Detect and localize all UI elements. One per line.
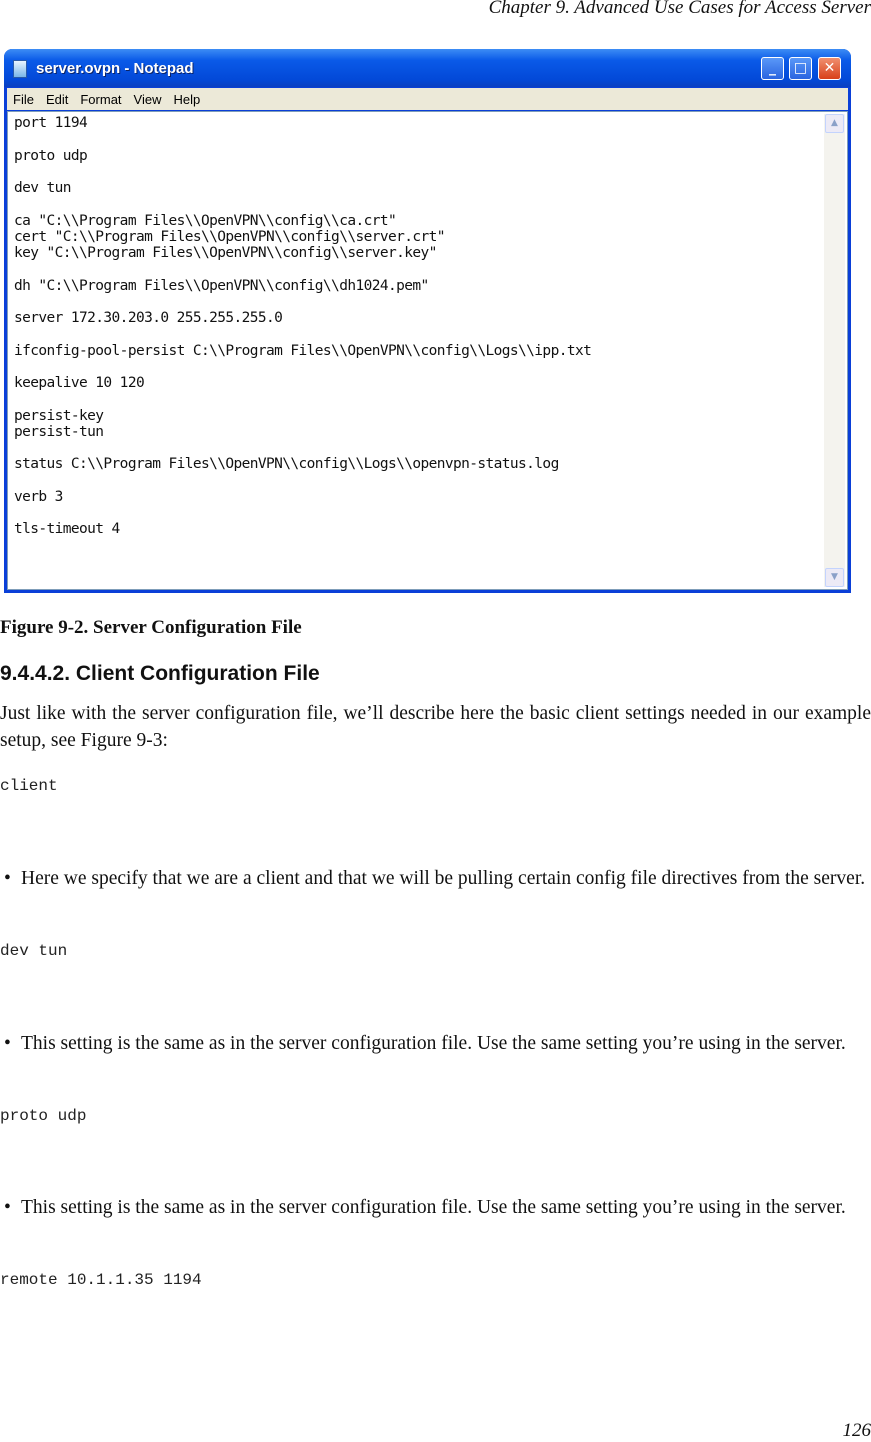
- menu-file[interactable]: File: [7, 88, 40, 107]
- editor-line: dh "C:\\Program Files\\OpenVPN\\config\\…: [14, 278, 591, 294]
- editor-line: [14, 294, 591, 310]
- text-area[interactable]: port 1194 proto udp dev tun ca "C:\\Prog…: [7, 111, 848, 590]
- editor-line: key "C:\\Program Files\\OpenVPN\\config\…: [14, 245, 591, 261]
- intro-paragraph: Just like with the server configuration …: [0, 700, 871, 754]
- window-title: server.ovpn - Notepad: [36, 60, 194, 77]
- editor-line: [14, 473, 591, 489]
- notepad-window: server.ovpn - Notepad _ □ ✕ FileEditForm…: [4, 49, 851, 593]
- code-proto-udp: proto udp: [0, 1107, 86, 1125]
- editor-line: [14, 164, 591, 180]
- editor-line: server 172.30.203.0 255.255.255.0: [14, 310, 591, 326]
- editor-text[interactable]: port 1194 proto udp dev tun ca "C:\\Prog…: [14, 115, 591, 538]
- editor-line: status C:\\Program Files\\OpenVPN\\confi…: [14, 456, 591, 472]
- editor-line: [14, 261, 591, 277]
- editor-line: proto udp: [14, 148, 591, 164]
- bullet-icon: •: [4, 865, 11, 892]
- editor-line: [14, 505, 591, 521]
- editor-line: [14, 440, 591, 456]
- editor-line: [14, 131, 591, 147]
- minimize-button[interactable]: _: [761, 57, 784, 80]
- menu-edit[interactable]: Edit: [40, 88, 74, 107]
- notepad-icon: [13, 60, 27, 78]
- page-number: 126: [843, 1420, 871, 1442]
- menu-help[interactable]: Help: [167, 88, 206, 107]
- figure-caption: Figure 9-2. Server Configuration File: [0, 617, 302, 639]
- bullet-item: •This setting is the same as in the serv…: [0, 1030, 871, 1057]
- editor-line: persist-key: [14, 408, 591, 424]
- editor-line: port 1194: [14, 115, 591, 131]
- menu-view[interactable]: View: [128, 88, 168, 107]
- editor-line: [14, 326, 591, 342]
- scroll-down-icon[interactable]: ▼: [825, 568, 844, 587]
- editor-line: [14, 196, 591, 212]
- menu-format[interactable]: Format: [74, 88, 127, 107]
- bullet-icon: •: [4, 1194, 11, 1221]
- editor-line: verb 3: [14, 489, 591, 505]
- maximize-button[interactable]: □: [789, 57, 812, 80]
- code-remote: remote 10.1.1.35 1194: [0, 1271, 202, 1289]
- editor-line: persist-tun: [14, 424, 591, 440]
- editor-line: dev tun: [14, 180, 591, 196]
- section-heading: 9.4.4.2. Client Configuration File: [0, 662, 320, 686]
- bullet-icon: •: [4, 1030, 11, 1057]
- vertical-scrollbar[interactable]: ▲ ▼: [824, 114, 845, 587]
- running-head: Chapter 9. Advanced Use Cases for Access…: [489, 0, 871, 19]
- title-bar: server.ovpn - Notepad _ □ ✕: [4, 49, 851, 87]
- close-button[interactable]: ✕: [818, 57, 841, 80]
- bullet-item: •This setting is the same as in the serv…: [0, 1194, 871, 1221]
- menu-bar: FileEditFormatViewHelp: [7, 88, 848, 110]
- code-dev-tun: dev tun: [0, 942, 67, 960]
- editor-line: [14, 391, 591, 407]
- editor-line: keepalive 10 120: [14, 375, 591, 391]
- bullet-item: •Here we specify that we are a client an…: [0, 865, 871, 892]
- editor-line: [14, 359, 591, 375]
- editor-line: cert "C:\\Program Files\\OpenVPN\\config…: [14, 229, 591, 245]
- editor-line: ifconfig-pool-persist C:\\Program Files\…: [14, 343, 591, 359]
- editor-line: ca "C:\\Program Files\\OpenVPN\\config\\…: [14, 213, 591, 229]
- editor-line: tls-timeout 4: [14, 521, 591, 537]
- scroll-up-icon[interactable]: ▲: [825, 114, 844, 133]
- code-client: client: [0, 777, 58, 795]
